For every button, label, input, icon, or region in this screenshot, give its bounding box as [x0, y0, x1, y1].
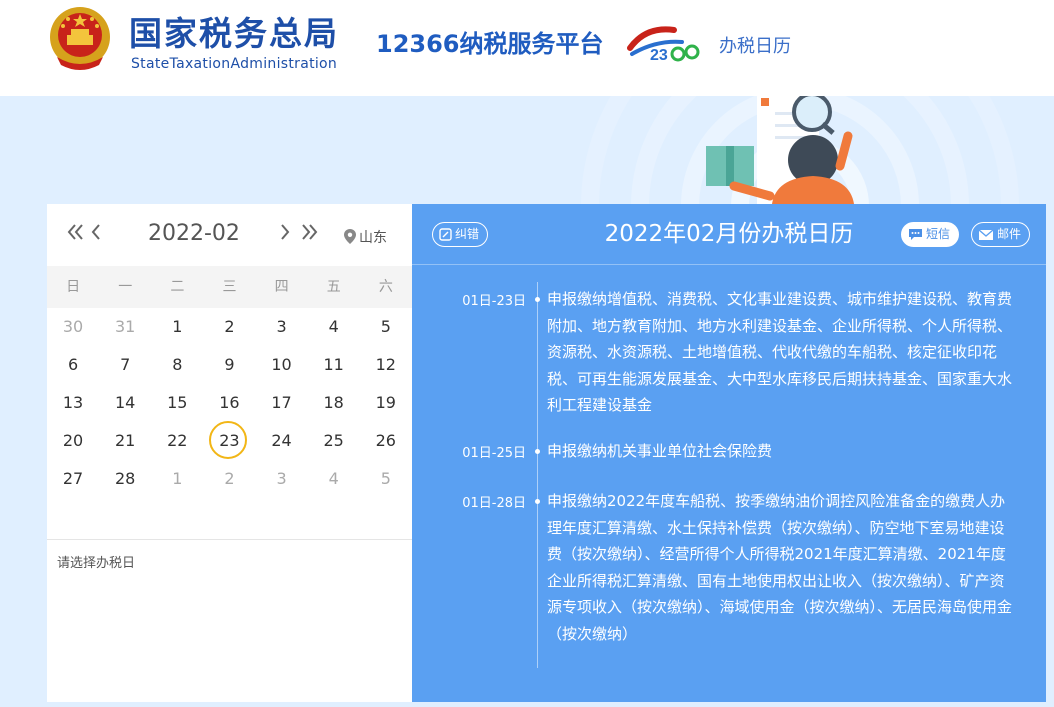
divider: [412, 264, 1046, 265]
timeline-dot: [535, 297, 540, 302]
national-emblem-icon: [50, 7, 110, 70]
calendar-day[interactable]: 2: [203, 308, 255, 346]
entry-date: 01日-28日: [462, 496, 526, 511]
calendar-day[interactable]: 15: [151, 384, 203, 422]
location-selector[interactable]: 山东: [344, 227, 387, 247]
location-pin-icon: [344, 229, 356, 244]
mail-icon: [978, 229, 994, 240]
chevron-left-icon: [91, 224, 100, 240]
calendar-day[interactable]: 19: [360, 384, 412, 422]
location-label: 山东: [359, 230, 387, 246]
brand-name-cn: 国家税务总局: [129, 14, 339, 53]
prev-month-button[interactable]: [88, 222, 102, 248]
svg-text:23: 23: [650, 47, 668, 64]
calendar-panel: 2022-02 山东 日 一 二 三 四 五 六 30 31 1 2 3 4 5…: [47, 204, 412, 702]
calendar-day[interactable]: 30: [47, 308, 99, 346]
sms-label: 短信: [926, 227, 951, 241]
entry-text: 申报缴纳增值税、消费税、文化事业建设费、城市维护建设税、教育费附加、地方教育附加…: [547, 290, 1013, 414]
calendar-day[interactable]: 31: [99, 308, 151, 346]
next-month-button[interactable]: [279, 222, 293, 248]
calendar-day[interactable]: 1: [151, 308, 203, 346]
next-year-button[interactable]: [299, 222, 319, 248]
timeline-dot: [535, 449, 540, 454]
prev-year-button[interactable]: [66, 222, 86, 248]
calendar-day[interactable]: 11: [308, 346, 360, 384]
schedule-panel: 纠错 2022年02月份办税日历 短信 邮件 01日-23日 申报缴纳增值税、消…: [412, 204, 1046, 702]
calendar-week: 27 28 1 2 3 4 5: [47, 460, 412, 498]
calendar-day[interactable]: 7: [99, 346, 151, 384]
calendar-day[interactable]: 5: [360, 460, 412, 498]
calendar-day[interactable]: 27: [47, 460, 99, 498]
calendar-day[interactable]: 9: [203, 346, 255, 384]
calendar-day[interactable]: 3: [256, 308, 308, 346]
calendar-day[interactable]: 4: [308, 308, 360, 346]
weekday-label: 日: [66, 279, 81, 295]
calendar-day[interactable]: 1: [151, 460, 203, 498]
weekday-header: 日 一 二 三 四 五 六: [47, 266, 412, 308]
chat-icon: [909, 229, 922, 240]
sms-button[interactable]: 短信: [901, 222, 960, 247]
calendar-week: 6 7 8 9 10 11 12: [47, 346, 412, 384]
platform-logo-icon: 23: [627, 26, 700, 64]
weekday-label: 四: [274, 279, 289, 295]
chevron-right-icon: [281, 224, 290, 240]
weekday-label: 三: [222, 279, 237, 295]
calendar-day[interactable]: 3: [256, 460, 308, 498]
weekday-label: 六: [378, 279, 393, 295]
calendar-day[interactable]: 25: [308, 422, 360, 460]
email-label: 邮件: [997, 227, 1022, 241]
calendar-day[interactable]: 2: [203, 460, 255, 498]
calendar-week: 20 21 22 23 24 25 26: [47, 421, 412, 460]
calendar-day[interactable]: 28: [99, 460, 151, 498]
calendar-day[interactable]: 21: [99, 422, 151, 460]
calendar-day[interactable]: 26: [360, 422, 412, 460]
calendar-day[interactable]: 18: [308, 384, 360, 422]
calendar-day-today[interactable]: 23: [203, 421, 255, 460]
calendar-day[interactable]: 22: [151, 422, 203, 460]
double-chevron-left-icon: [67, 224, 83, 240]
calendar-day[interactable]: 4: [308, 460, 360, 498]
entry-text: 申报缴纳机关事业单位社会保险费: [547, 442, 773, 460]
calendar-day[interactable]: 16: [203, 384, 255, 422]
weekday-label: 一: [118, 279, 133, 295]
calendar-week: 13 14 15 16 17 18 19: [47, 384, 412, 422]
calendar-grid: 30 31 1 2 3 4 5 6 7 8 9 10 11 12 13 14 1…: [47, 308, 412, 498]
entry-text: 申报缴纳2022年度车船税、按季缴纳油价调控风险准备金的缴费人办理年度汇算清缴、…: [547, 492, 1013, 643]
current-month: 2022-02: [148, 221, 240, 246]
weekday-label: 五: [326, 279, 341, 295]
brand-name-en: StateTaxationAdministration: [131, 56, 338, 72]
calendar-day[interactable]: 17: [256, 384, 308, 422]
double-chevron-right-icon: [302, 224, 318, 240]
divider: [47, 539, 412, 540]
calendar-day[interactable]: 8: [151, 346, 203, 384]
calendar-day[interactable]: 20: [47, 422, 99, 460]
email-button[interactable]: 邮件: [971, 222, 1031, 247]
calendar-day[interactable]: 6: [47, 346, 99, 384]
calendar-day[interactable]: 12: [360, 346, 412, 384]
calendar-day[interactable]: 14: [99, 384, 151, 422]
site-header: 国家税务总局 StateTaxationAdministration 12366…: [0, 0, 1054, 96]
entry-date: 01日-25日: [462, 446, 526, 461]
calendar-day[interactable]: 24: [256, 422, 308, 460]
tax-calendar-link[interactable]: 办税日历: [719, 32, 791, 58]
calendar-day[interactable]: 5: [360, 308, 412, 346]
weekday-label: 二: [170, 279, 185, 295]
entry-date: 01日-23日: [462, 294, 526, 309]
calendar-nav: 2022-02 山东: [47, 204, 412, 266]
platform-title: 12366纳税服务平台: [376, 30, 604, 58]
select-day-hint: 请选择办税日: [57, 556, 136, 571]
calendar-day[interactable]: 13: [47, 384, 99, 422]
timeline-line: [537, 282, 538, 668]
calendar-day[interactable]: 10: [256, 346, 308, 384]
calendar-week: 30 31 1 2 3 4 5: [47, 308, 412, 346]
timeline-dot: [535, 499, 540, 504]
